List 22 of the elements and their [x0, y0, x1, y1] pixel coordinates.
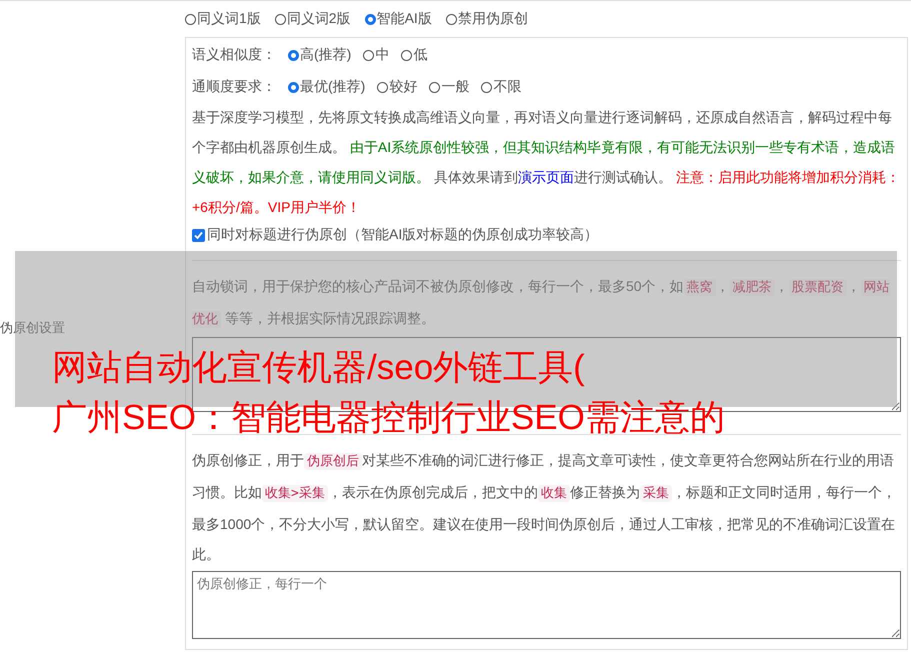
- radio-option[interactable]: 不限: [481, 78, 522, 96]
- corrections-description: 伪原创修正，用于 伪原创后 对某些不准确的词汇进行修正，提高文章可读性，使文章更符合您网站所在行业的用语习惯。比如 收集>采集 ，表示在伪原创完成后，把文中的 收集 修正替换为 采集 ，标题和正文同时适用，每行一个，最多1000个，不分大小写，默认留空。建议在使用一段时间伪原创后，通过人工审核，把常见的不准确词汇设置在此。: [192, 451, 897, 564]
- radio-option[interactable]: 中: [363, 46, 390, 64]
- radio-option[interactable]: 同义词2版: [274, 10, 351, 28]
- radio-option[interactable]: 较好: [377, 78, 418, 96]
- check-icon: [194, 230, 203, 240]
- setting-label: 语义相似度：: [192, 46, 276, 64]
- radio-option[interactable]: 智能AI版: [364, 10, 432, 28]
- description-text: 基于深度学习模型，先将原文转换成高维语义向量，再对语义向量进行逐词解码，还原成自然语言，解码过程中每个字都由机器原创生成。 由于AI系统原创性较强，但其知识结构毕竟有限，有可能无法识别一些专有术语，造成语义破坏，如果介意，请使用同义词版。 具体效果请到演示页面进行测试确认。 注意：启用此功能将增加积分消耗：+6积分/篇。VIP用户半价！: [192, 108, 901, 217]
- corrections-field[interactable]: 伪原创修正，每行一个: [192, 571, 901, 639]
- lock-words-description: 自动锁词，用于保护您的核心产品词不被伪原创修改，每行一个，最多50个，如 燕窝 ， 减肥茶 ， 股票配资 ， 网站优化 等等，并根据实际情况跟踪调整。: [192, 277, 891, 330]
- radio-option[interactable]: 最优(推荐): [288, 78, 366, 96]
- radio-option[interactable]: 禁用伪原创: [446, 10, 528, 28]
- setting-label: 通顺度要求：: [192, 78, 276, 96]
- section-label: 伪原创设置: [0, 318, 65, 336]
- radio-option[interactable]: 高(推荐): [288, 46, 352, 64]
- overlay-title: 网站自动化宣传机器/seo外链工具(: [52, 347, 585, 389]
- radio-option[interactable]: 一般: [429, 78, 470, 96]
- title-checkbox[interactable]: 同时对标题进行伪原创（智能AI版对标题的伪原创成功率较高）: [192, 222, 901, 248]
- demo-page-link[interactable]: 演示页面: [518, 169, 574, 185]
- radio-option[interactable]: 低: [401, 46, 428, 64]
- radio-option[interactable]: 同义词1版: [185, 10, 261, 28]
